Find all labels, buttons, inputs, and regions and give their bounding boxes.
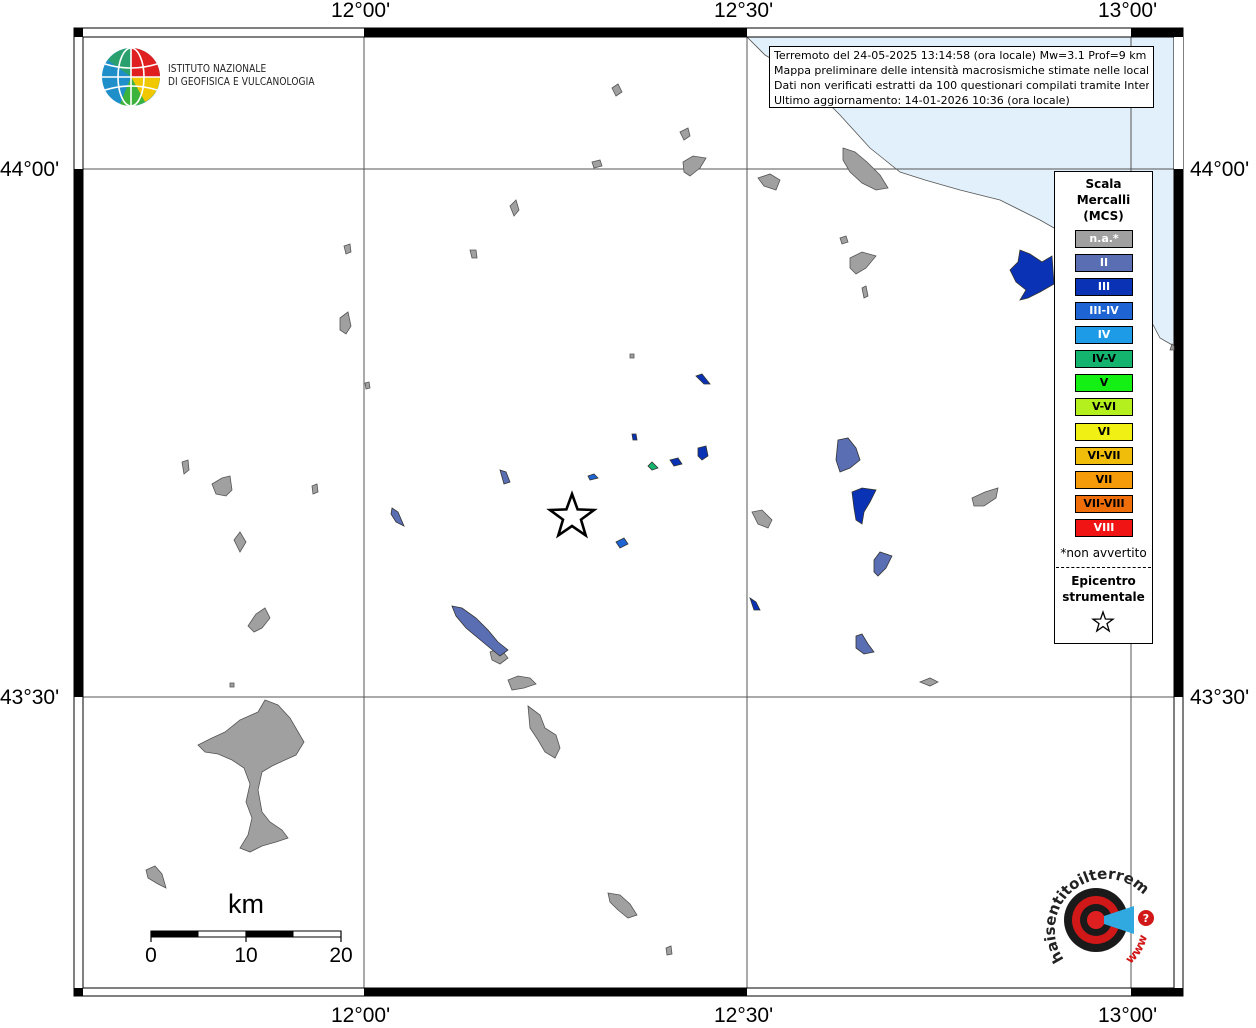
legend-swatch-viii: VIII	[1075, 519, 1133, 537]
scale-label-0: 0	[145, 944, 157, 967]
legend-swatch-vii: VII	[1075, 471, 1133, 489]
lat-label-left-2: 43°30'	[0, 686, 60, 709]
legend-swatch-vi: VI	[1075, 423, 1133, 441]
legend-swatch-vii-viii: VII-VIII	[1075, 495, 1133, 513]
legend-swatch-v-vi: V-VI	[1075, 398, 1133, 416]
scale-bar	[150, 930, 342, 942]
localities-intensity-ii	[390, 437, 893, 657]
legend-swatch-iii: III	[1075, 278, 1133, 296]
legend-title: Scala Mercalli (MCS)	[1055, 176, 1152, 224]
ingv-logo-line2: DI GEOFISICA E VULCANOLOGIA	[168, 76, 315, 88]
legend-swatch-na: n.a.*	[1075, 230, 1133, 248]
legend-star-icon	[1091, 610, 1115, 633]
lon-label-bottom-1: 12°00'	[331, 1004, 391, 1027]
event-info-line3: Dati non verificati estratti da 100 ques…	[774, 79, 1149, 92]
legend-title-line1: Scala	[1085, 177, 1122, 191]
localities-intensity-iv-v	[647, 461, 659, 471]
legend-swatch-iv-v: IV-V	[1075, 350, 1133, 368]
legend-swatch-iv: IV	[1075, 326, 1133, 344]
ingv-logo-text: ISTITUTO NAZIONALE DI GEOFISICA E VULCAN…	[168, 63, 315, 89]
event-info-line1: Terremoto del 24-05-2025 13:14:58 (ora l…	[774, 49, 1147, 62]
scale-bar-title: km	[228, 889, 264, 919]
lat-label-right-1: 44°00'	[1190, 158, 1250, 181]
legend-swatch-ii: II	[1075, 254, 1133, 272]
locality-large-grey	[197, 699, 305, 853]
mcs-legend: Scala Mercalli (MCS) n.a.* II III III-IV…	[1054, 171, 1153, 644]
epicenter-star[interactable]	[546, 490, 598, 539]
svg-text:?: ?	[1143, 912, 1149, 925]
scale-label-10: 10	[234, 944, 258, 967]
scale-label-20: 20	[329, 944, 353, 967]
lon-label-bottom-2: 12°30'	[714, 1004, 774, 1027]
lon-label-bottom-3: 13°00'	[1098, 1004, 1158, 1027]
haisentito-logo[interactable]: haisentitoilterremoto.it www. ?	[1036, 858, 1166, 978]
legend-swatch-vi-vii: VI-VII	[1075, 447, 1133, 465]
lon-label-top-2: 12°30'	[714, 0, 774, 22]
globe-icon	[102, 47, 160, 107]
event-info-line2: Mappa preliminare delle intensità macros…	[774, 64, 1149, 77]
lon-label-top-1: 12°00'	[331, 0, 391, 22]
lon-label-top-3: 13°00'	[1098, 0, 1158, 22]
legend-swatch-iii-iv: III-IV	[1075, 302, 1133, 320]
localities-not-felt	[145, 83, 1175, 956]
legend-title-line2: Mercalli	[1076, 193, 1131, 207]
legend-divider	[1056, 567, 1151, 568]
lat-label-left-1: 44°00'	[0, 158, 60, 181]
legend-swatch-v: V	[1075, 374, 1133, 392]
legend-epicenter-label: Epicentro strumentale	[1055, 573, 1152, 605]
lat-label-right-2: 43°30'	[1190, 686, 1250, 709]
ingv-logo: ISTITUTO NAZIONALE DI GEOFISICA E VULCAN…	[100, 46, 360, 110]
event-info-line4: Ultimo aggiornamento: 14-01-2026 10:36 (…	[774, 94, 1070, 107]
legend-title-line3: (MCS)	[1083, 209, 1124, 223]
map-stage: 12°00' 12°30' 13°00' 12°00' 12°30' 13°00…	[0, 0, 1256, 1027]
localities-intensity-iii	[631, 249, 1055, 611]
ingv-logo-line1: ISTITUTO NAZIONALE	[168, 63, 267, 75]
event-info-box: Terremoto del 24-05-2025 13:14:58 (ora l…	[769, 46, 1154, 108]
legend-note: *non avvertito	[1060, 546, 1147, 560]
legend-epicenter-line2: strumentale	[1062, 590, 1145, 604]
legend-epicenter-line1: Epicentro	[1071, 574, 1136, 588]
